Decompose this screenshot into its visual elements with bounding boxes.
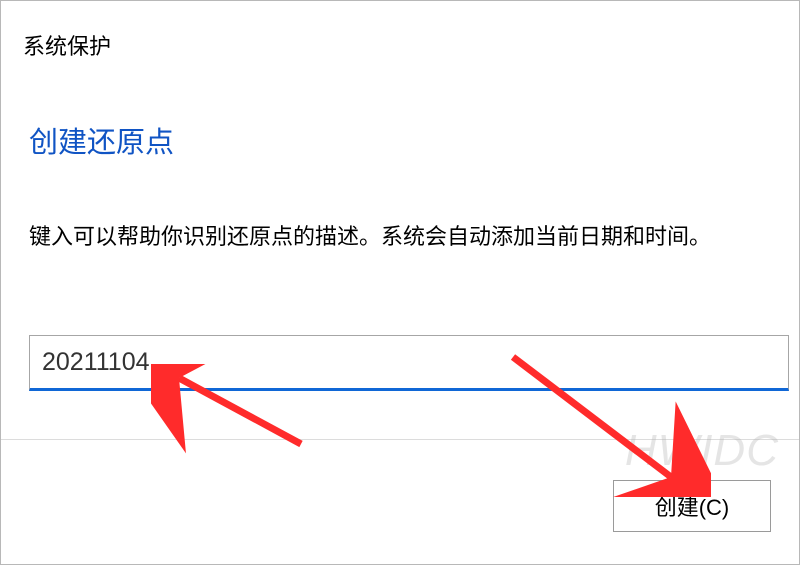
input-container bbox=[1, 251, 799, 391]
button-row: 创建(C) bbox=[613, 480, 771, 532]
divider bbox=[1, 439, 799, 440]
window-title: 系统保护 bbox=[1, 1, 799, 61]
watermark-text: HWIDC bbox=[625, 426, 779, 476]
create-button[interactable]: 创建(C) bbox=[613, 480, 771, 532]
restore-point-name-input[interactable] bbox=[29, 335, 789, 391]
dialog-window: 系统保护 创建还原点 键入可以帮助你识别还原点的描述。系统会自动添加当前日期和时… bbox=[0, 0, 800, 565]
dialog-heading: 创建还原点 bbox=[1, 61, 799, 161]
dialog-description: 键入可以帮助你识别还原点的描述。系统会自动添加当前日期和时间。 bbox=[1, 161, 799, 251]
